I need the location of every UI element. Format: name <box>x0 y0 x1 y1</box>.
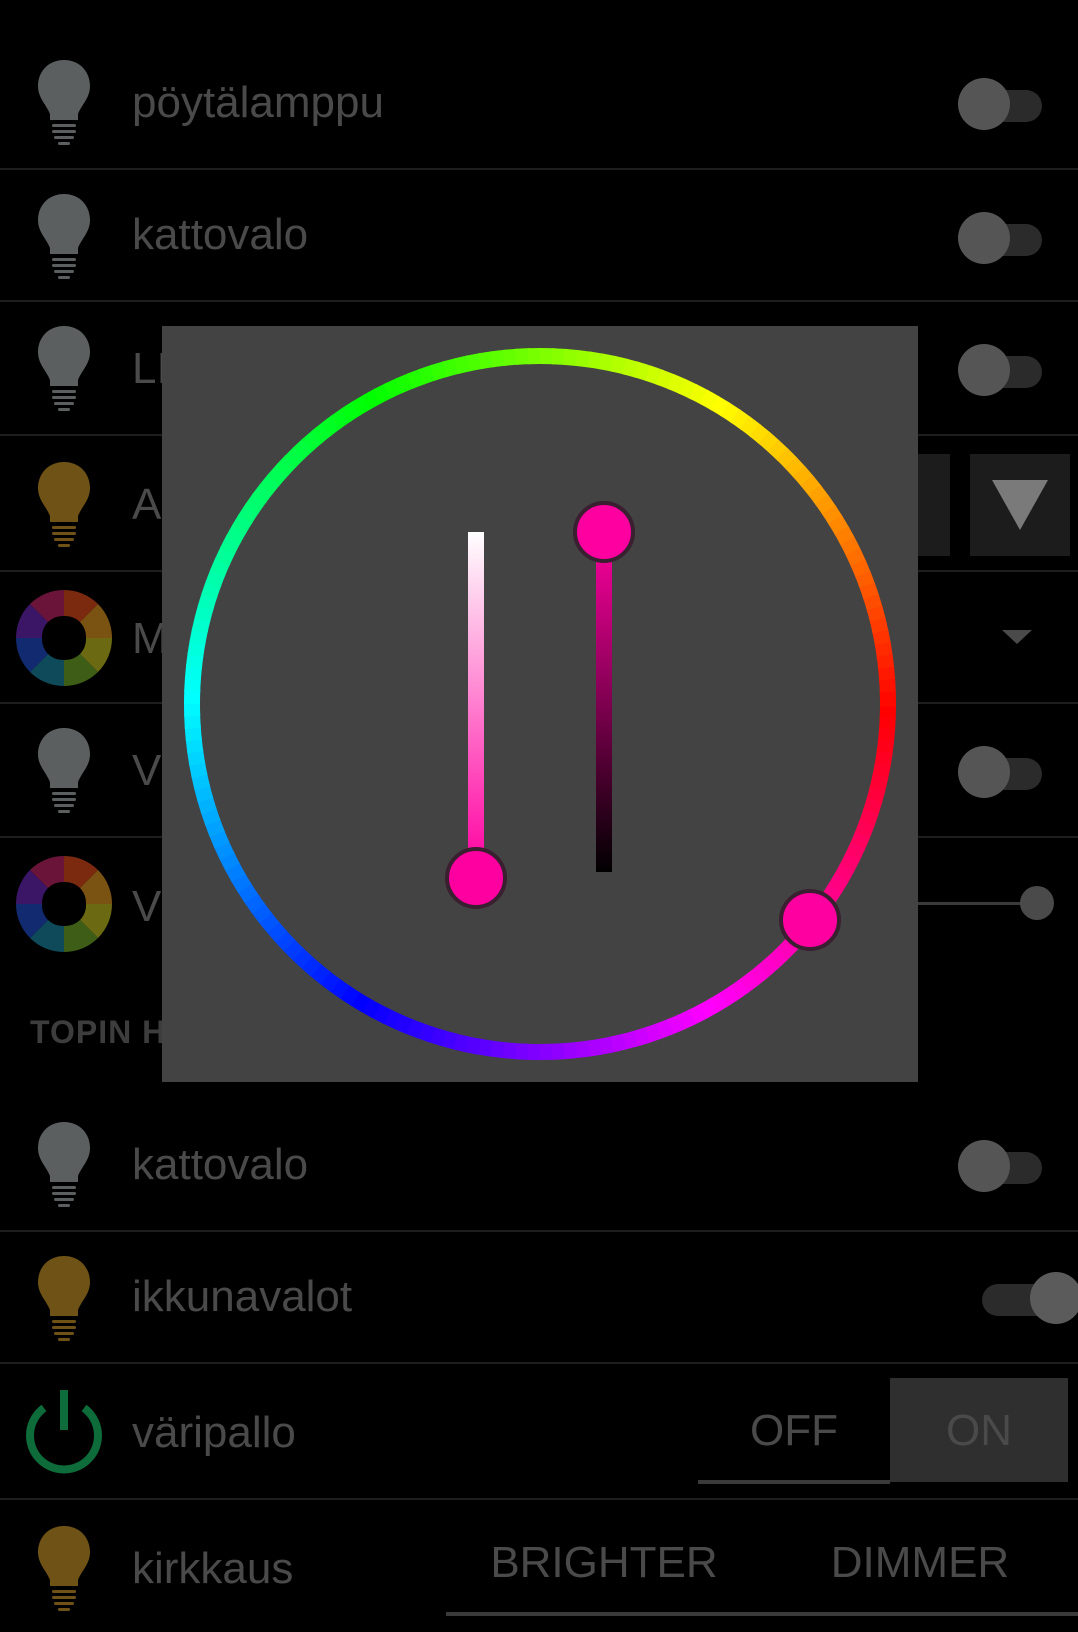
brightness-button-bar: BRIGHTER DIMMER <box>446 1510 1078 1616</box>
slider-thumb[interactable] <box>1020 886 1054 920</box>
device-row-ikkunavalot[interactable]: ikkunavalot <box>0 1232 1078 1364</box>
slider-track[interactable] <box>900 902 1040 905</box>
device-label: kattovalo <box>132 210 309 259</box>
toggle-switch[interactable] <box>958 76 1042 132</box>
off-button-label: OFF <box>750 1406 838 1455</box>
on-button-label: ON <box>946 1406 1012 1455</box>
chevron-down-icon <box>1002 630 1032 644</box>
bulb-icon <box>36 324 92 414</box>
device-label: V <box>132 882 162 931</box>
dimmer-button[interactable]: DIMMER <box>762 1510 1078 1612</box>
device-label: väripallo <box>132 1408 296 1457</box>
triangle-down-icon <box>992 480 1048 530</box>
device-row-kattovalo[interactable]: kattovalo <box>0 170 1078 302</box>
value-slider-thumb[interactable] <box>573 501 635 563</box>
device-label: kirkkaus <box>132 1544 294 1593</box>
saturation-slider[interactable] <box>468 532 484 872</box>
on-button[interactable]: ON <box>890 1378 1068 1482</box>
color-picker-dialog <box>162 326 918 1082</box>
device-label: A <box>132 480 162 529</box>
toggle-switch[interactable] <box>982 1270 1078 1326</box>
device-label: V <box>132 746 162 795</box>
device-row-kattovalo-2[interactable]: kattovalo <box>0 1098 1078 1232</box>
color-wheel-icon <box>14 854 114 954</box>
hue-ring-thumb[interactable] <box>779 889 841 951</box>
section-header: TOPIN H <box>30 1014 167 1050</box>
power-icon <box>26 1390 102 1474</box>
bulb-icon <box>36 192 92 282</box>
bulb-icon <box>36 58 92 148</box>
device-row-poytalamppu[interactable]: pöytälamppu <box>0 38 1078 170</box>
hue-ring[interactable] <box>184 348 896 1060</box>
device-label: pöytälamppu <box>132 78 384 127</box>
bulb-icon <box>36 1524 92 1614</box>
bulb-icon <box>36 726 92 816</box>
dropdown-button[interactable] <box>970 454 1070 556</box>
value-slider[interactable] <box>596 532 612 872</box>
toggle-switch[interactable] <box>958 744 1042 800</box>
bulb-icon <box>36 1120 92 1210</box>
brighter-button[interactable]: BRIGHTER <box>446 1510 762 1612</box>
color-picker-canvas <box>184 348 896 1060</box>
toggle-switch[interactable] <box>958 210 1042 266</box>
off-button[interactable]: OFF <box>698 1378 890 1484</box>
color-wheel-icon <box>14 588 114 688</box>
device-label: ikkunavalot <box>132 1272 353 1321</box>
saturation-slider-thumb[interactable] <box>445 847 507 909</box>
bulb-icon <box>36 460 92 550</box>
bulb-icon <box>36 1254 92 1344</box>
toggle-switch[interactable] <box>958 342 1042 398</box>
device-label: kattovalo <box>132 1140 309 1189</box>
toggle-switch[interactable] <box>958 1138 1042 1194</box>
